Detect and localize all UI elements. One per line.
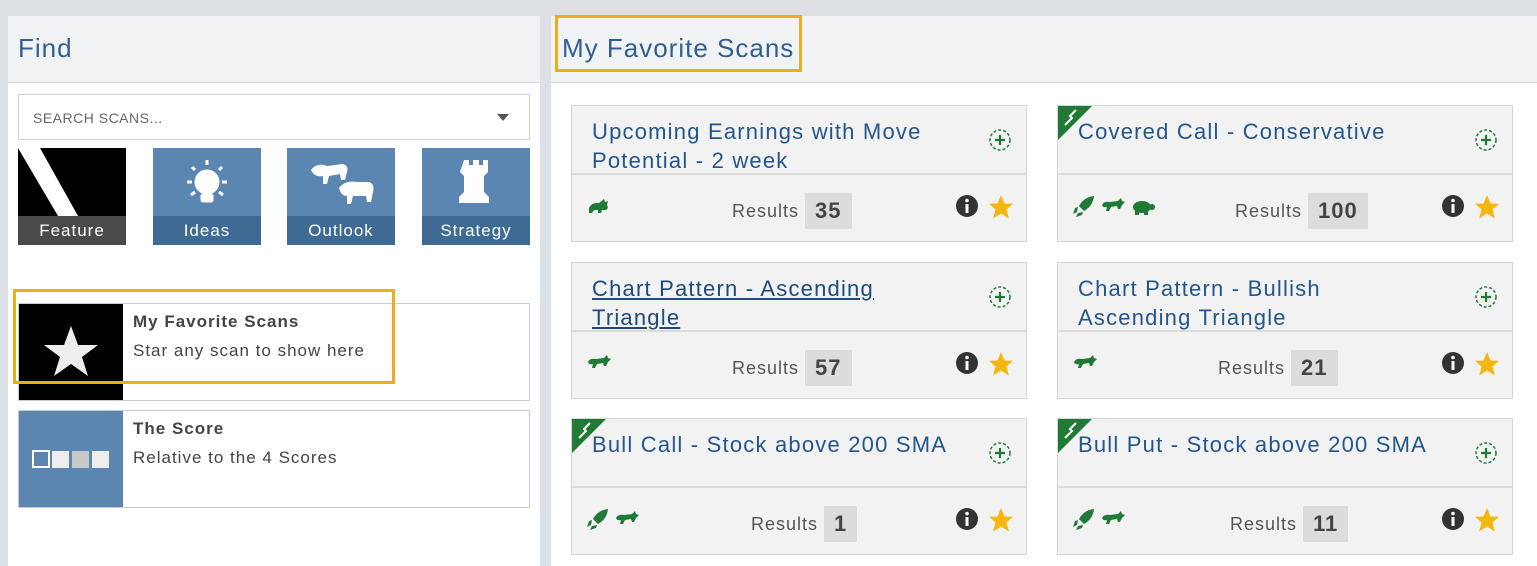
find-header: Find <box>8 16 540 83</box>
scan-name-link[interactable]: Upcoming Earnings with Move Potential - … <box>592 117 952 175</box>
star-icon <box>44 326 98 376</box>
favorite-star-icon[interactable] <box>988 351 1014 377</box>
card-subtitle: Star any scan to show here <box>133 341 366 360</box>
tile-strategy-label: Strategy <box>422 216 530 245</box>
rocket-icon <box>1072 194 1096 223</box>
add-plus-icon[interactable] <box>988 128 1012 152</box>
bull-icon <box>614 510 640 533</box>
favorite-star-icon[interactable] <box>1474 507 1500 533</box>
card-subtitle: Relative to the 4 Scores <box>133 448 338 467</box>
scan-name-link[interactable]: Bull Put - Stock above 200 SMA <box>1078 430 1438 459</box>
add-plus-icon[interactable] <box>1474 128 1498 152</box>
results-count[interactable]: 57 <box>805 350 852 386</box>
results-count[interactable]: 100 <box>1308 193 1368 229</box>
results-group: Results 1 <box>751 506 858 542</box>
add-plus-icon[interactable] <box>988 441 1012 465</box>
results-group: Results 21 <box>1218 350 1338 386</box>
turtle-icon <box>1130 196 1156 221</box>
scan-card[interactable]: Bull Call - Stock above 200 SMA Results 1 <box>571 418 1027 555</box>
scan-type-icons <box>1072 194 1156 223</box>
card-title: The Score <box>133 419 225 438</box>
card-thumb <box>19 304 123 400</box>
search-scans-dropdown[interactable] <box>18 94 530 140</box>
tile-ideas-label: Ideas <box>153 216 261 245</box>
tile-ideas[interactable]: Ideas <box>153 148 261 245</box>
info-icon[interactable] <box>955 351 979 375</box>
find-title: Find <box>18 33 73 63</box>
card-title: My Favorite Scans <box>133 312 300 331</box>
card-my-favorite-scans[interactable]: My Favorite Scans Star any scan to show … <box>18 303 530 401</box>
rocket-icon <box>586 507 610 536</box>
scan-card[interactable]: Chart Pattern - Bullish Ascending Triang… <box>1057 262 1513 399</box>
rocket-icon <box>1072 507 1096 536</box>
tile-strategy[interactable]: Strategy <box>422 148 530 245</box>
results-label: Results <box>732 357 800 378</box>
info-icon[interactable] <box>955 507 979 531</box>
find-panel: Find Feature Ideas <box>8 16 540 566</box>
score-boxes-icon <box>32 450 109 468</box>
scan-type-icons <box>586 196 612 220</box>
card-thumb <box>19 411 123 507</box>
bull-icon <box>586 354 612 377</box>
results-label: Results <box>732 200 800 221</box>
results-group: Results 57 <box>732 350 852 386</box>
bull-icon <box>1100 197 1126 220</box>
favorite-star-icon[interactable] <box>1474 351 1500 377</box>
scan-name-link[interactable]: Bull Call - Stock above 200 SMA <box>592 430 952 459</box>
scan-card[interactable]: Chart Pattern - Ascending Triangle Result… <box>571 262 1027 399</box>
favorites-header: My Favorite Scans <box>551 16 1537 83</box>
tile-outlook-label: Outlook <box>287 216 395 245</box>
bull-icon <box>1100 510 1126 533</box>
rabbit-icon <box>586 196 612 221</box>
scan-card[interactable]: Covered Call - Conservative Results 100 <box>1057 105 1513 242</box>
results-group: Results 35 <box>732 193 852 229</box>
info-icon[interactable] <box>1441 507 1465 531</box>
card-the-score[interactable]: The Score Relative to the 4 Scores <box>18 410 530 508</box>
add-plus-icon[interactable] <box>1474 441 1498 465</box>
add-plus-icon[interactable] <box>988 285 1012 309</box>
favorite-star-icon[interactable] <box>988 194 1014 220</box>
favorites-panel: My Favorite Scans Upcoming Earnings with… <box>551 16 1537 566</box>
results-label: Results <box>1218 357 1286 378</box>
results-label: Results <box>1230 513 1298 534</box>
info-icon[interactable] <box>1441 194 1465 218</box>
results-group: Results 100 <box>1235 193 1368 229</box>
chevron-down-icon[interactable] <box>497 114 509 121</box>
add-plus-icon[interactable] <box>1474 285 1498 309</box>
results-label: Results <box>751 513 819 534</box>
scan-type-icons <box>1072 353 1098 377</box>
results-count[interactable]: 11 <box>1303 506 1349 542</box>
tile-feature-label: Feature <box>18 216 126 245</box>
info-icon[interactable] <box>1441 351 1465 375</box>
results-count[interactable]: 35 <box>805 193 852 229</box>
favorite-star-icon[interactable] <box>988 507 1014 533</box>
results-group: Results 11 <box>1230 506 1349 542</box>
bull-icon <box>1072 354 1098 377</box>
scan-name-link[interactable]: Chart Pattern - Bullish Ascending Triang… <box>1078 274 1438 332</box>
results-count[interactable]: 21 <box>1291 350 1338 386</box>
scan-type-icons <box>586 507 640 536</box>
results-count[interactable]: 1 <box>824 506 858 542</box>
results-label: Results <box>1235 200 1303 221</box>
tile-feature[interactable]: Feature <box>18 148 126 245</box>
scan-type-icons <box>1072 507 1126 536</box>
favorites-title: My Favorite Scans <box>562 33 795 63</box>
info-icon[interactable] <box>955 194 979 218</box>
tile-outlook[interactable]: Outlook <box>287 148 395 245</box>
scan-type-icons <box>586 353 612 377</box>
scan-name-link[interactable]: Chart Pattern - Ascending Triangle <box>592 274 952 332</box>
scan-card[interactable]: Upcoming Earnings with Move Potential - … <box>571 105 1027 242</box>
favorite-star-icon[interactable] <box>1474 194 1500 220</box>
scan-name-link[interactable]: Covered Call - Conservative <box>1078 117 1438 146</box>
search-input[interactable] <box>33 107 473 129</box>
scan-card[interactable]: Bull Put - Stock above 200 SMA Results 11 <box>1057 418 1513 555</box>
